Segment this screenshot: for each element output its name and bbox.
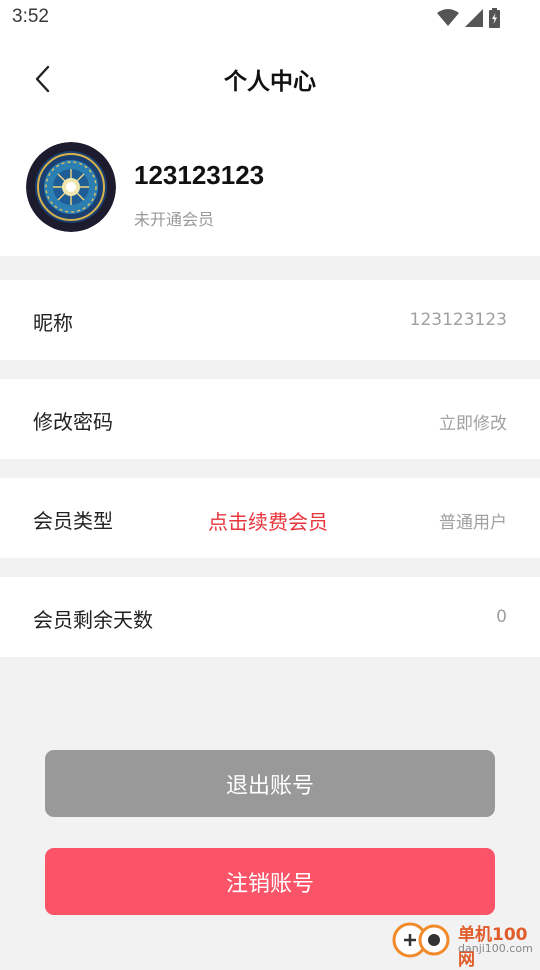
row-membership-type: 会员类型 点击续费会员 普通用户	[0, 478, 540, 558]
row-label: 昵称	[33, 311, 73, 335]
watermark-url: danji100.com	[458, 942, 533, 955]
username: 123123123	[134, 160, 265, 190]
renew-membership-link[interactable]: 点击续费会员	[208, 506, 328, 535]
page-title: 个人中心	[224, 69, 316, 95]
zodiac-wheel-icon	[26, 142, 116, 232]
row-value: 123123123	[409, 310, 507, 330]
status-icons	[437, 8, 500, 28]
signal-icon	[465, 9, 483, 27]
cancel-account-button[interactable]: 注销账号	[45, 848, 495, 915]
wifi-icon	[437, 9, 459, 26]
status-time: 3:52	[12, 6, 49, 27]
row-label: 会员类型	[33, 509, 113, 533]
header-bar: 个人中心	[0, 38, 540, 120]
watermark: 单机100网 danji100.com	[390, 918, 540, 970]
row-label: 修改密码	[33, 410, 113, 434]
row-change-password[interactable]: 修改密码 立即修改	[0, 379, 540, 459]
row-nickname[interactable]: 昵称 123123123	[0, 280, 540, 360]
vip-status: 未开通会员	[134, 210, 215, 229]
row-value: 普通用户	[439, 513, 507, 533]
change-password-link[interactable]: 立即修改	[439, 409, 507, 434]
row-label: 会员剩余天数	[33, 608, 153, 632]
row-value: 0	[496, 607, 507, 627]
battery-icon	[489, 8, 500, 28]
status-bar: 3:52	[0, 0, 540, 38]
row-remaining-days: 会员剩余天数 0	[0, 577, 540, 657]
profile-card: 123123123 未开通会员	[0, 120, 540, 256]
avatar[interactable]	[26, 142, 116, 232]
watermark-logo-icon	[392, 922, 450, 958]
logout-button[interactable]: 退出账号	[45, 750, 495, 817]
